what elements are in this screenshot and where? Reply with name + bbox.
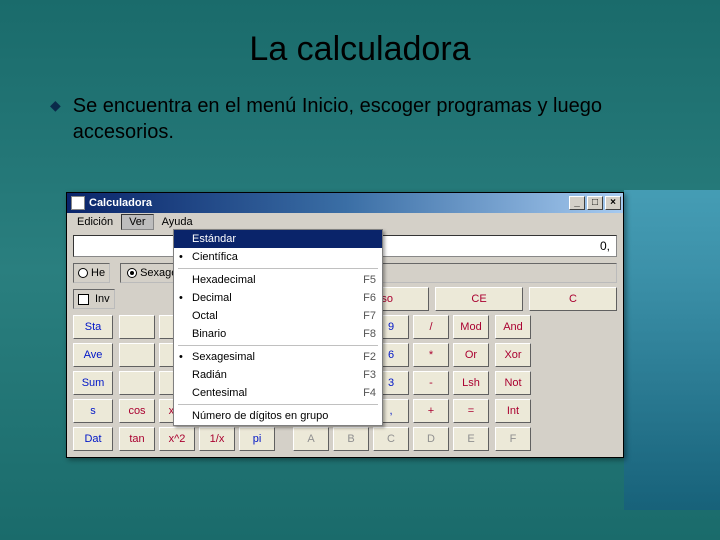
dd-bin[interactable]: Binario F8 [174, 325, 382, 343]
titlebar[interactable]: Calculadora _ □ × [67, 193, 623, 213]
s-button[interactable]: s [73, 399, 113, 423]
bullet-icon: ◆ [50, 97, 61, 114]
inv-checkbox[interactable] [78, 294, 89, 305]
slide-title: La calculadora [40, 30, 680, 69]
ce-button[interactable]: CE [435, 287, 523, 311]
hex-a[interactable]: A [293, 427, 329, 451]
pi-button[interactable]: pi [239, 427, 275, 451]
inv-label: Inv [95, 293, 110, 305]
inv-button[interactable]: 1/x [199, 427, 235, 451]
dd-cientifica[interactable]: Científica [174, 248, 382, 266]
dd-hex[interactable]: Hexadecimal F5 [174, 271, 382, 289]
dd-rad-label: Radián [192, 369, 227, 381]
ver-dropdown: Estándar Científica Hexadecimal F5 Decima… [173, 229, 383, 426]
dd-hex-key: F5 [363, 274, 376, 286]
dd-hex-label: Hexadecimal [192, 274, 256, 286]
window-title: Calculadora [89, 197, 565, 209]
dd-dec[interactable]: Decimal F6 [174, 289, 382, 307]
dd-sexa-label: Sexagesimal [192, 351, 255, 363]
dd-sexa-key: F2 [363, 351, 376, 363]
dd-sep-1 [178, 268, 378, 269]
fn-0-0[interactable] [119, 315, 155, 339]
dd-rad[interactable]: Radián F3 [174, 366, 382, 384]
x2-button[interactable]: x^2 [159, 427, 195, 451]
dd-cientifica-label: Científica [192, 251, 238, 263]
dd-cent-label: Centesimal [192, 387, 247, 399]
minimize-button[interactable]: _ [569, 196, 585, 210]
hex-b[interactable]: B [333, 427, 369, 451]
dd-dec-key: F6 [363, 292, 376, 304]
op-add[interactable]: + [413, 399, 449, 423]
op-sub[interactable]: - [413, 371, 449, 395]
sum-button[interactable]: Sum [73, 371, 113, 395]
radio-hex[interactable]: He [78, 267, 105, 279]
dd-estandar[interactable]: Estándar [174, 230, 382, 248]
op-eq[interactable]: = [453, 399, 489, 423]
dd-sep-2 [178, 345, 378, 346]
bullet-text: Se encuentra en el menú Inicio, escoger … [73, 93, 610, 145]
dd-cent-key: F4 [363, 387, 376, 399]
dd-rad-key: F3 [363, 369, 376, 381]
op-and[interactable]: And [495, 315, 531, 339]
sta-button[interactable]: Sta [73, 315, 113, 339]
op-not[interactable]: Not [495, 371, 531, 395]
calculator-window: Calculadora _ □ × Edición Ver Ayuda 0, H… [66, 192, 624, 458]
radio-hex-label: He [91, 267, 105, 279]
dd-dec-label: Decimal [192, 292, 232, 304]
dd-bin-label: Binario [192, 328, 226, 340]
op-mul[interactable]: * [413, 343, 449, 367]
dd-bin-key: F8 [363, 328, 376, 340]
op-or[interactable]: Or [453, 343, 489, 367]
dat-button[interactable]: Dat [73, 427, 113, 451]
op-lsh[interactable]: Lsh [453, 371, 489, 395]
dd-oct-label: Octal [192, 310, 218, 322]
dd-cent[interactable]: Centesimal F4 [174, 384, 382, 402]
dd-sexa[interactable]: Sexagesimal F2 [174, 348, 382, 366]
dd-oct[interactable]: Octal F7 [174, 307, 382, 325]
op-div[interactable]: / [413, 315, 449, 339]
dd-digits-label: Número de dígitos en grupo [192, 410, 328, 422]
fn-2-0[interactable] [119, 371, 155, 395]
menu-ver[interactable]: Ver [121, 214, 154, 230]
ave-button[interactable]: Ave [73, 343, 113, 367]
hex-e[interactable]: E [453, 427, 489, 451]
tan-button[interactable]: tan [119, 427, 155, 451]
app-icon [71, 196, 85, 210]
op-int[interactable]: Int [495, 399, 531, 423]
dd-digits[interactable]: Número de dígitos en grupo [174, 407, 382, 425]
hex-c[interactable]: C [373, 427, 409, 451]
dd-sep-3 [178, 404, 378, 405]
opts-group: Inv [73, 289, 115, 309]
base-group: He [73, 263, 110, 283]
dd-estandar-label: Estándar [192, 233, 236, 245]
hex-f[interactable]: F [495, 427, 531, 451]
op-xor[interactable]: Xor [495, 343, 531, 367]
fn-1-0[interactable] [119, 343, 155, 367]
menu-editar[interactable]: Edición [69, 214, 121, 230]
dd-oct-key: F7 [363, 310, 376, 322]
bullet-row: ◆ Se encuentra en el menú Inicio, escoge… [50, 93, 610, 145]
maximize-button[interactable]: □ [587, 196, 603, 210]
hex-d[interactable]: D [413, 427, 449, 451]
c-button[interactable]: C [529, 287, 617, 311]
op-mod[interactable]: Mod [453, 315, 489, 339]
menu-ayuda[interactable]: Ayuda [154, 214, 201, 230]
cos-button[interactable]: cos [119, 399, 155, 423]
close-button[interactable]: × [605, 196, 621, 210]
